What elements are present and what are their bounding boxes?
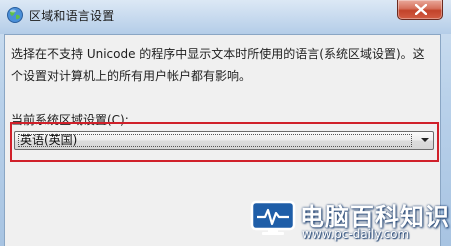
close-icon: [415, 4, 427, 15]
monitor-icon: [250, 200, 296, 236]
globe-icon: [6, 6, 24, 24]
watermark-url: www.pc-daily.com: [302, 227, 410, 241]
close-button[interactable]: [397, 0, 443, 20]
dialog-window: 区域和语言设置 选择在不支持 Unicode 的程序中显示文本时所使用的语言(系…: [0, 0, 451, 246]
window-title: 区域和语言设置: [29, 9, 115, 23]
chevron-down-icon[interactable]: [421, 138, 429, 142]
watermark-logo: 电脑百科知识 www.pc-daily.com: [244, 196, 451, 246]
locale-dropdown[interactable]: 英语(英国): [14, 131, 434, 150]
title-bar[interactable]: 区域和语言设置: [0, 0, 451, 34]
locale-value: 英语(英国): [20, 133, 78, 147]
description-text: 选择在不支持 Unicode 的程序中显示文本时所使用的语言(系统区域设置)。这…: [11, 47, 425, 83]
